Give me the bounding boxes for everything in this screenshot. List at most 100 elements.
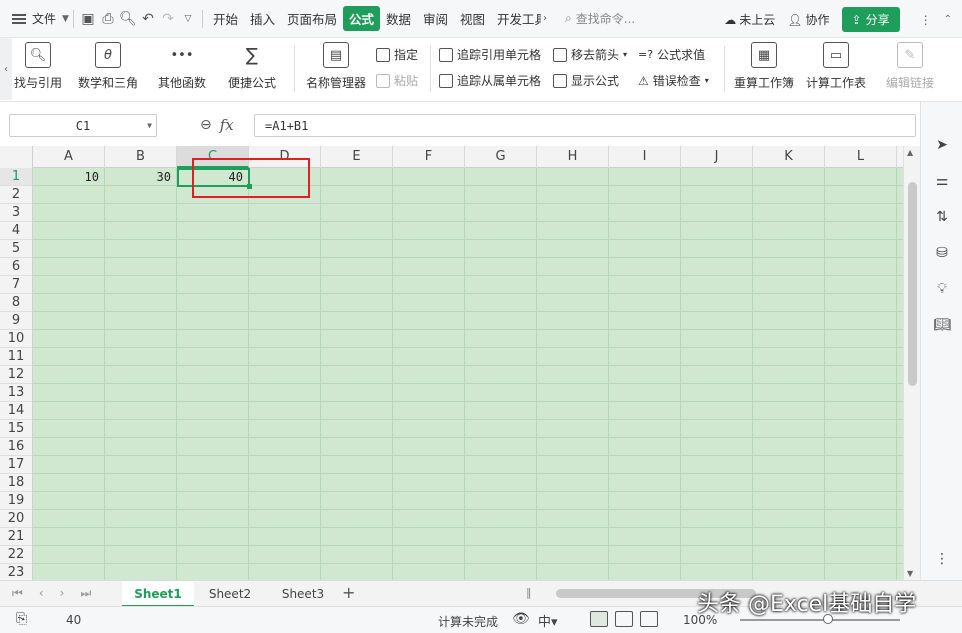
tab-home[interactable]: 开始 [207, 6, 244, 31]
ribbon-scroll-left-icon[interactable]: ‹ [0, 38, 12, 100]
next-sheet-icon[interactable]: › [60, 586, 65, 601]
settings-sliders-icon[interactable]: ⚌ [933, 172, 951, 190]
eye-protection-icon[interactable]: 👁︎ [512, 611, 530, 627]
collab-button[interactable]: 👤︎ 协作 [787, 11, 829, 28]
sheet-tab-sheet2[interactable]: Sheet2 [194, 581, 266, 607]
row-header[interactable]: 17 [0, 456, 32, 474]
row-header[interactable]: 8 [0, 294, 32, 312]
calc-sheet-button[interactable]: ▭ 计算工作表 [806, 42, 866, 91]
language-icon[interactable]: 中▾ [538, 611, 558, 630]
column-header-h[interactable]: H [537, 146, 609, 168]
book-icon[interactable]: 📖︎ [933, 316, 951, 334]
column-header-i[interactable]: I [609, 146, 681, 168]
file-menu[interactable]: 文件 ▼ [12, 10, 69, 27]
column-header-f[interactable]: F [393, 146, 465, 168]
row-header[interactable]: 23 [0, 564, 32, 580]
paste-button[interactable]: 粘贴 [376, 72, 418, 89]
row-header[interactable]: 14 [0, 402, 32, 420]
more-icon[interactable]: ▽ [178, 9, 198, 29]
first-sheet-icon[interactable]: ⏮ [12, 586, 23, 601]
tab-review[interactable]: 审阅 [417, 6, 454, 31]
sheet-tab-sheet1[interactable]: Sheet1 [122, 581, 194, 607]
column-header-g[interactable]: G [465, 146, 537, 168]
row-header[interactable]: 13 [0, 384, 32, 402]
tab-insert[interactable]: 插入 [244, 6, 281, 31]
column-header-l[interactable]: L [825, 146, 897, 168]
save-icon[interactable]: ▣ [78, 9, 98, 29]
zoom-formula-icon[interactable]: ⊖ [200, 117, 212, 133]
quick-formula-button[interactable]: ∑ 便捷公式 [228, 42, 276, 91]
lightbulb-icon[interactable]: 💡︎ [933, 280, 951, 298]
row-header[interactable]: 15 [0, 420, 32, 438]
sort-icon[interactable]: ⇅ [933, 208, 951, 226]
row-header[interactable]: 18 [0, 474, 32, 492]
row-header[interactable]: 16 [0, 438, 32, 456]
row-header[interactable]: 9 [0, 312, 32, 330]
row-header[interactable]: 1 [0, 168, 32, 186]
row-header[interactable]: 22 [0, 546, 32, 564]
column-header-k[interactable]: K [753, 146, 825, 168]
lookup-reference-button[interactable]: 🔍︎ 找与引用 [14, 42, 62, 91]
row-header[interactable]: 4 [0, 222, 32, 240]
add-sheet-icon[interactable]: + [342, 583, 355, 602]
collapse-icon[interactable]: ⌃ [944, 14, 952, 25]
other-functions-button[interactable]: ••• 其他函数 [158, 42, 206, 91]
show-formulas-button[interactable]: 显示公式 [553, 72, 619, 89]
column-header-b[interactable]: B [105, 146, 177, 168]
name-manager-button[interactable]: ▤ 名称管理器 [306, 42, 366, 91]
formula-input[interactable]: =A1+B1 [254, 114, 916, 137]
tab-page-layout[interactable]: 页面布局 [281, 6, 343, 31]
command-search[interactable]: ⌕ 查找命令... [565, 10, 635, 27]
print-preview-icon[interactable]: 🔍︎ [118, 9, 138, 29]
undo-icon[interactable]: ↶ [138, 9, 158, 29]
column-header-a[interactable]: A [33, 146, 105, 168]
spreadsheet-grid[interactable]: A B C D E F G H I J K L 1 2 3 4 5 6 7 8 … [0, 146, 903, 580]
row-header[interactable]: 5 [0, 240, 32, 258]
trace-dependents-button[interactable]: 追踪从属单元格 [439, 72, 541, 89]
row-header[interactable]: 2 [0, 186, 32, 204]
evaluate-formula-button[interactable]: =? 公式求值 [638, 46, 705, 63]
macro-record-icon[interactable]: ⎘ [16, 611, 27, 627]
prev-sheet-icon[interactable]: ‹ [39, 586, 44, 601]
share-button[interactable]: ⇪ 分享 [841, 7, 900, 32]
last-sheet-icon[interactable]: ⏭ [80, 586, 91, 601]
zoom-slider[interactable] [740, 619, 900, 621]
more-options-icon[interactable]: ⋮ [933, 550, 951, 568]
select-cursor-icon[interactable]: ➤ [933, 136, 951, 154]
specify-button[interactable]: 指定 [376, 46, 418, 63]
row-header[interactable]: 12 [0, 366, 32, 384]
vertical-scrollbar[interactable]: ▲ ▼ [903, 146, 920, 580]
redo-icon[interactable]: ↷ [158, 9, 178, 29]
backup-icon[interactable]: ⛁ [933, 244, 951, 262]
row-header[interactable]: 3 [0, 204, 32, 222]
name-box[interactable]: C1 ▼ [9, 114, 157, 137]
normal-view-icon[interactable] [590, 611, 608, 627]
tab-data[interactable]: 数据 [380, 6, 417, 31]
vertical-scroll-thumb[interactable] [908, 182, 917, 386]
more-options-icon[interactable]: ⋮ [920, 13, 932, 27]
cell-area[interactable] [33, 168, 903, 580]
chevron-right-icon[interactable]: › [543, 13, 547, 24]
recalc-workbook-button[interactable]: ▦ 重算工作簿 [734, 42, 794, 91]
column-header-j[interactable]: J [681, 146, 753, 168]
select-all-corner[interactable] [0, 146, 33, 168]
remove-arrows-button[interactable]: 移去箭头 ▾ [553, 46, 627, 63]
print-icon[interactable]: ⎙ [98, 9, 118, 29]
tab-developer[interactable]: 开发工具 [491, 6, 541, 31]
row-header[interactable]: 6 [0, 258, 32, 276]
page-break-view-icon[interactable] [640, 611, 658, 627]
row-header[interactable]: 20 [0, 510, 32, 528]
page-layout-view-icon[interactable] [615, 611, 633, 627]
sheet-tab-sheet3[interactable]: Sheet3 [267, 581, 339, 607]
trace-precedents-button[interactable]: 追踪引用单元格 [439, 46, 541, 63]
tab-formulas[interactable]: 公式 [342, 6, 380, 31]
insert-function-icon[interactable]: fx [220, 116, 234, 134]
row-header[interactable]: 7 [0, 276, 32, 294]
tab-view[interactable]: 视图 [454, 6, 491, 31]
cell-a1[interactable]: 10 [33, 168, 105, 186]
edit-links-button[interactable]: ✎ 编辑链接 [886, 42, 934, 91]
split-handle-icon[interactable]: ‖ [526, 586, 532, 599]
cloud-status[interactable]: ☁ 未上云 [724, 11, 775, 28]
scroll-down-icon[interactable]: ▼ [907, 569, 913, 578]
cell-b1[interactable]: 30 [105, 168, 177, 186]
